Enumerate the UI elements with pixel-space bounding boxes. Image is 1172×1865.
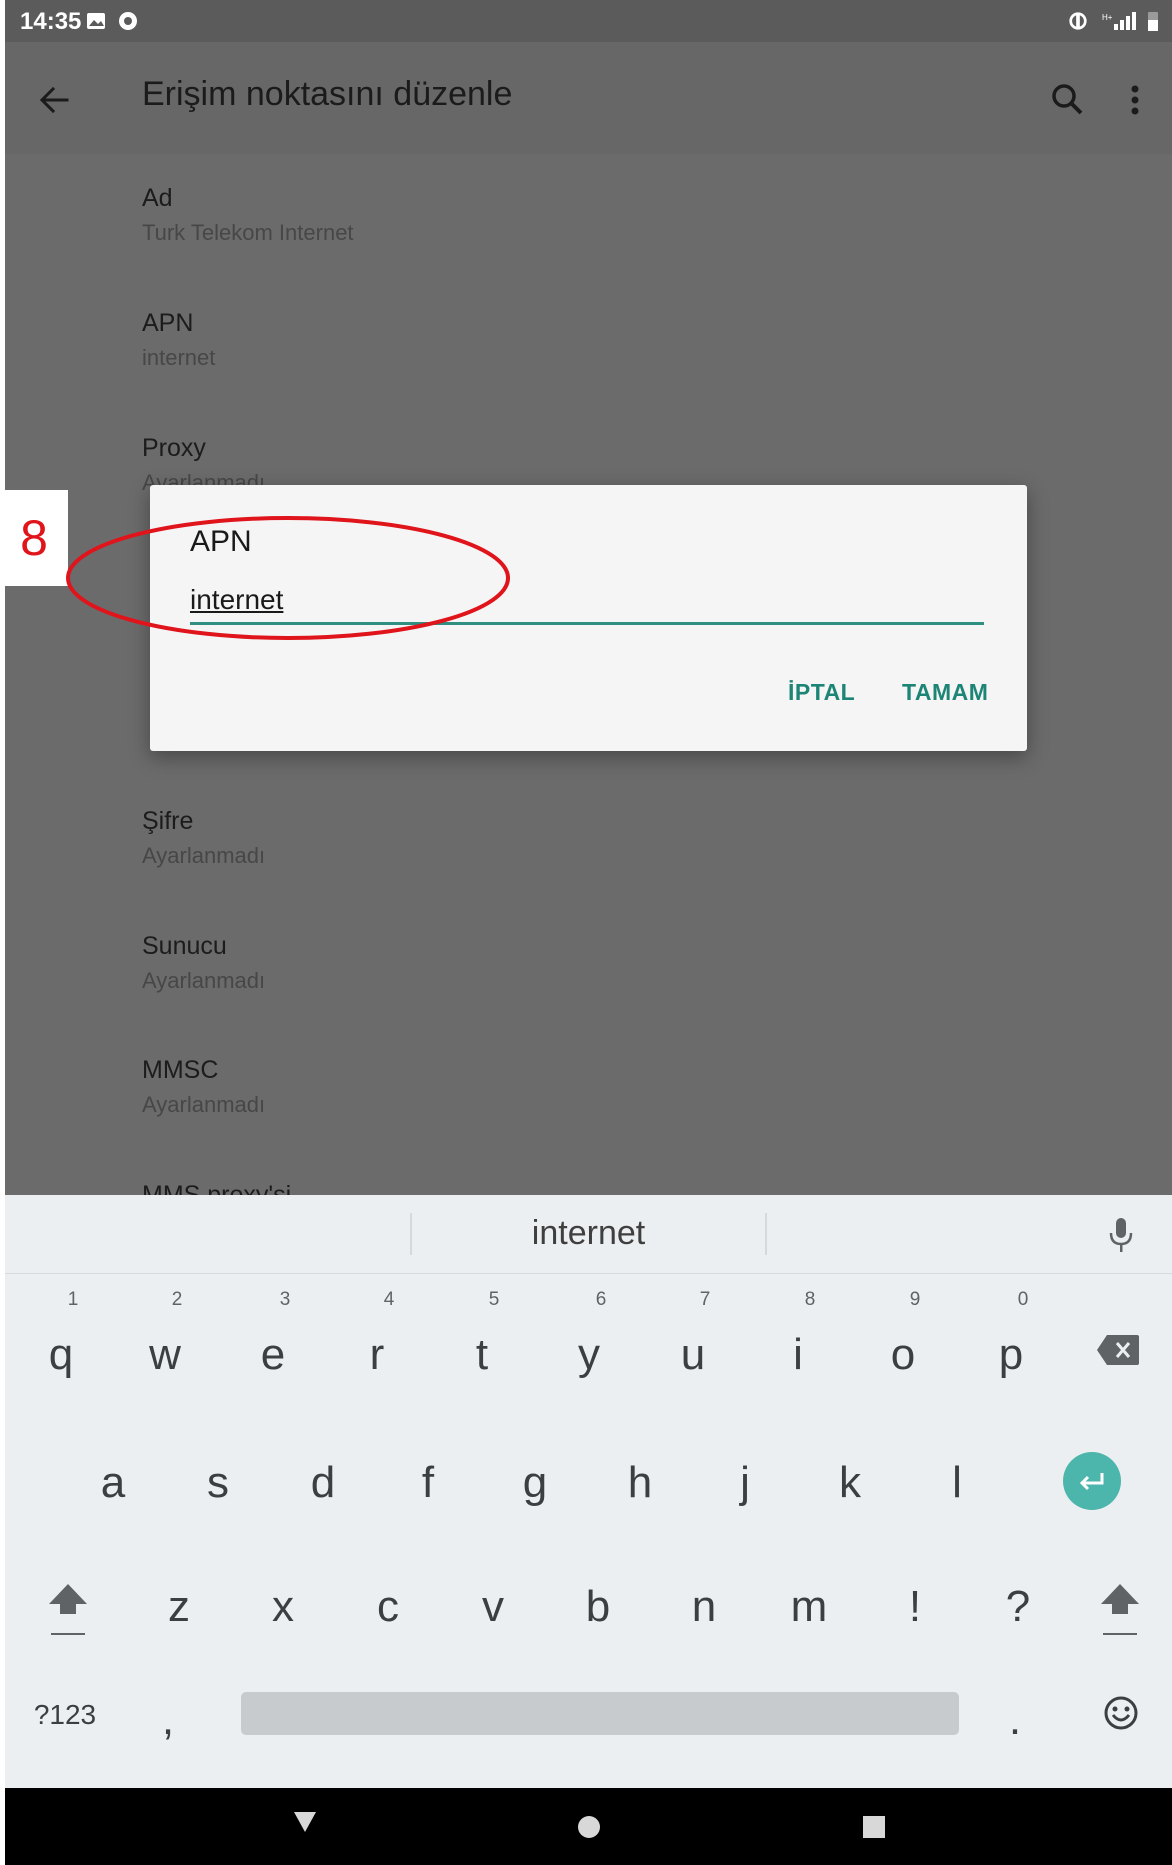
key-o[interactable]: o: [863, 1325, 943, 1385]
ok-button[interactable]: TAMAM: [902, 679, 988, 706]
pref-title: MMSC: [142, 1056, 219, 1084]
nav-home-icon[interactable]: [576, 1814, 602, 1840]
key-n[interactable]: n: [664, 1577, 744, 1637]
key-h[interactable]: h: [600, 1453, 680, 1513]
key-hint-digit: 1: [67, 1289, 79, 1310]
key-w[interactable]: w: [125, 1325, 205, 1385]
key-m[interactable]: m: [769, 1577, 849, 1637]
search-button[interactable]: [1040, 72, 1096, 128]
nav-back-icon[interactable]: [292, 1810, 318, 1834]
key-q[interactable]: q: [21, 1325, 101, 1385]
emoji-icon: [1104, 1696, 1138, 1730]
shift-key-left[interactable]: [45, 1578, 91, 1643]
key-hint-digit: 7: [699, 1289, 711, 1310]
more-vert-icon: [1131, 85, 1139, 115]
app-bar: Erişim noktasını düzenle: [5, 42, 1172, 154]
key-t[interactable]: t: [442, 1325, 522, 1385]
status-time: 14:35: [20, 8, 82, 35]
pref-password[interactable]: Şifre Ayarlanmadı: [142, 806, 1042, 871]
shift-icon: [49, 1584, 87, 1635]
key-c[interactable]: c: [348, 1577, 428, 1637]
mic-icon[interactable]: [1105, 1215, 1137, 1255]
key-b[interactable]: b: [558, 1577, 638, 1637]
key-hint-digit: 3: [279, 1289, 291, 1310]
pref-title: Şifre: [142, 807, 194, 835]
pref-title: APN: [142, 309, 194, 337]
shift-key-right[interactable]: [1097, 1578, 1143, 1643]
emoji-key[interactable]: [1103, 1695, 1139, 1736]
key-hint-digit: 0: [1017, 1289, 1029, 1310]
battery-icon: [1148, 12, 1158, 31]
pref-server[interactable]: Sunucu Ayarlanmadı: [142, 931, 1042, 996]
key-i[interactable]: i: [758, 1325, 838, 1385]
key-x[interactable]: x: [243, 1577, 323, 1637]
navigation-bar: [5, 1788, 1172, 1865]
key-hint-digit: 4: [383, 1289, 395, 1310]
chrome-notification-icon: [119, 12, 137, 30]
comma-key[interactable]: ,: [138, 1690, 198, 1750]
key-s[interactable]: s: [178, 1453, 258, 1513]
key-g[interactable]: g: [495, 1453, 575, 1513]
backspace-key[interactable]: [1095, 1333, 1141, 1372]
key-u[interactable]: u: [653, 1325, 733, 1385]
key-r[interactable]: r: [337, 1325, 417, 1385]
key-hint-digit: 6: [595, 1289, 607, 1310]
data-saver-icon: [1069, 12, 1087, 30]
step-number-label: 8: [0, 490, 68, 586]
shift-icon: [1101, 1584, 1139, 1635]
backspace-icon: [1097, 1335, 1139, 1365]
pref-summary: Ayarlanmadı: [142, 968, 266, 993]
key-hint-digit: 5: [488, 1289, 500, 1310]
key-v[interactable]: v: [453, 1577, 533, 1637]
search-icon: [1052, 84, 1083, 115]
key-question[interactable]: ?: [978, 1577, 1058, 1637]
status-bar: 14:35 H+: [5, 0, 1172, 42]
pref-summary: Ayarlanmadı: [142, 1092, 266, 1117]
suggestion-strip: internet: [5, 1195, 1172, 1274]
signal-icon: H+: [1102, 12, 1136, 30]
key-z[interactable]: z: [139, 1577, 219, 1637]
svg-text:H+: H+: [1102, 13, 1113, 22]
pref-title: Sunucu: [142, 932, 227, 960]
screen: 14:35 H+ Erişim noktasını düzenle Ad Tur…: [5, 0, 1172, 1865]
pref-title: Ad: [142, 184, 173, 212]
pref-title: Proxy: [142, 434, 206, 462]
pref-mmsc[interactable]: MMSC Ayarlanmadı: [142, 1055, 1042, 1120]
key-hint-digit: 8: [804, 1289, 816, 1310]
key-j[interactable]: j: [705, 1453, 785, 1513]
cancel-button[interactable]: İPTAL: [788, 679, 855, 706]
gallery-notification-icon: [87, 13, 105, 29]
key-f[interactable]: f: [388, 1453, 468, 1513]
more-options-button[interactable]: [1115, 72, 1155, 128]
key-p[interactable]: p: [971, 1325, 1051, 1385]
key-hint-digit: 9: [909, 1289, 921, 1310]
nav-recents-icon[interactable]: [861, 1814, 887, 1840]
pref-apn[interactable]: APN internet: [142, 308, 1042, 373]
key-k[interactable]: k: [810, 1453, 890, 1513]
enter-key[interactable]: [1062, 1451, 1122, 1516]
key-y[interactable]: y: [549, 1325, 629, 1385]
suggestion-word[interactable]: internet: [5, 1214, 1172, 1253]
key-d[interactable]: d: [283, 1453, 363, 1513]
enter-icon: [1063, 1452, 1121, 1510]
key-l[interactable]: l: [917, 1453, 997, 1513]
symbols-key[interactable]: ?123: [15, 1685, 115, 1745]
key-a[interactable]: a: [73, 1453, 153, 1513]
page-title: Erişim noktasını düzenle: [142, 75, 513, 113]
period-key[interactable]: .: [985, 1690, 1045, 1750]
pref-name[interactable]: Ad Turk Telekom Internet: [142, 183, 1042, 248]
key-e[interactable]: e: [233, 1325, 313, 1385]
pref-summary: Ayarlanmadı: [142, 843, 266, 868]
arrow-back-icon: [39, 86, 69, 114]
pref-summary: internet: [142, 345, 216, 370]
key-exclamation[interactable]: !: [875, 1577, 955, 1637]
highlight-ellipse: [66, 516, 510, 640]
space-bar[interactable]: [241, 1692, 959, 1735]
pref-summary: Turk Telekom Internet: [142, 220, 354, 245]
soft-keyboard: internet q 1 w 2 e 3 r 4 t 5 y 6 u 7 i 8 o 9 p 0 asdfghjkl zx…: [5, 1195, 1172, 1788]
back-button[interactable]: [27, 72, 83, 128]
key-hint-digit: 2: [171, 1289, 183, 1310]
